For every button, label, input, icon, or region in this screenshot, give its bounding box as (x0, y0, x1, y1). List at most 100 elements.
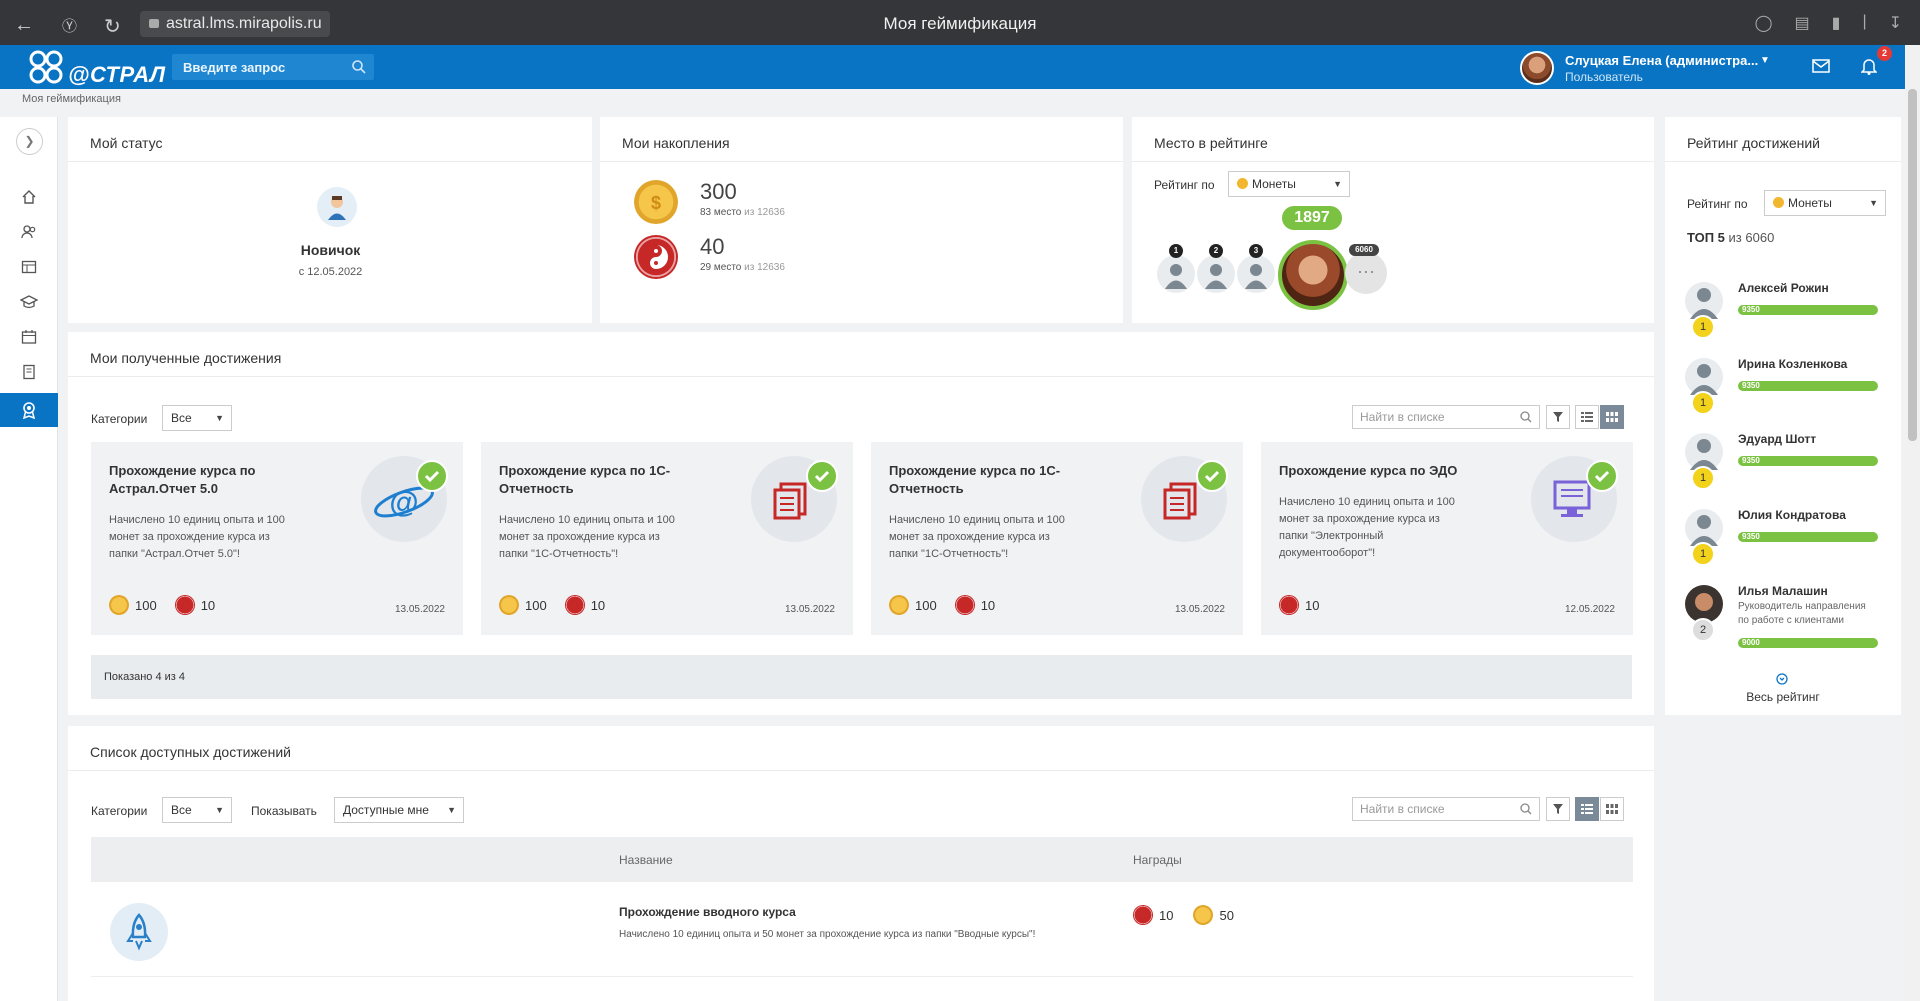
grid-view-button[interactable] (1600, 797, 1624, 821)
sidebar-item-education[interactable] (0, 285, 58, 319)
list-search-input[interactable] (1353, 798, 1513, 820)
list-view-button[interactable] (1575, 797, 1599, 821)
rating-user-name: Илья Малашин (1738, 584, 1828, 598)
search-icon[interactable] (352, 60, 366, 74)
top-summary: ТОП 5 из 6060 (1687, 230, 1775, 245)
sidebar-item-home[interactable] (0, 180, 58, 214)
sidebar-item-library[interactable] (0, 355, 58, 389)
coin-icon (109, 595, 129, 615)
users-icon (21, 225, 36, 239)
bell-icon[interactable] (1861, 57, 1877, 75)
browser-title: Моя геймификация (883, 14, 1037, 33)
filter-button[interactable] (1546, 797, 1570, 821)
panel-title: Список доступных достижений (90, 744, 291, 760)
categories-select[interactable]: Все ▼ (162, 405, 232, 431)
rating-list-item[interactable]: 1 Юлия Кондратова 9350 (1684, 508, 1884, 568)
sidebar-item-gamification[interactable] (0, 393, 58, 427)
all-rating-link[interactable]: Весь рейтинг (1665, 690, 1901, 704)
page-scrollbar[interactable] (1905, 45, 1920, 1001)
list-view-icon (1581, 412, 1593, 422)
search-icon[interactable] (1520, 803, 1532, 815)
shield-icon[interactable]: ▤ (1795, 13, 1810, 33)
rating-by-select[interactable]: Монеты ▼ (1764, 190, 1886, 216)
breadcrumb[interactable]: Моя геймификация (22, 93, 121, 105)
sidebar-item-calendar[interactable] (0, 320, 58, 354)
list-view-button[interactable] (1575, 405, 1599, 429)
rating-by-select[interactable]: Монеты ▼ (1228, 171, 1350, 197)
column-header-name[interactable]: Название (619, 853, 673, 867)
card-date: 13.05.2022 (784, 604, 835, 615)
user-role: Пользователь (1565, 70, 1643, 84)
grid-view-button[interactable] (1600, 405, 1624, 429)
astral-logo[interactable]: @СТРАЛ (26, 48, 165, 87)
my-avatar[interactable] (1278, 240, 1348, 310)
bookmark-icon[interactable]: ▮ (1832, 13, 1841, 33)
achievement-card[interactable]: Прохождение курса по Астрал.Отчет 5.0 На… (91, 442, 463, 635)
book-icon (23, 364, 35, 380)
sidebar-toggle-button[interactable]: ❯ (16, 128, 43, 155)
chevron-down-icon[interactable]: ▼ (1760, 55, 1770, 66)
rank-3-avatar[interactable]: 3 (1237, 244, 1275, 293)
list-search[interactable] (1352, 405, 1540, 429)
total-participants-badge: 6060 (1349, 244, 1379, 256)
panel-title: Рейтинг достижений (1687, 135, 1820, 151)
list-search-input[interactable] (1353, 406, 1513, 428)
panel-title: Мои накопления (622, 135, 730, 151)
yin-yang-icon (634, 235, 678, 279)
rating-list-item[interactable]: 1 Эдуард Шотт 9350 (1684, 432, 1884, 492)
list-search[interactable] (1352, 797, 1540, 821)
yin-yang-icon (174, 595, 195, 615)
rank-1-avatar[interactable]: 1 (1157, 244, 1195, 293)
table-row[interactable]: Прохождение вводного курса Начислено 10 … (91, 882, 1633, 977)
achievement-card[interactable]: Прохождение курса по 1С-Отчетность Начис… (871, 442, 1243, 635)
show-select[interactable]: Доступные мне ▼ (334, 797, 464, 823)
score-bar: 9000 (1738, 638, 1878, 648)
search-icon[interactable] (1520, 411, 1532, 423)
rating-by-label: Рейтинг по (1154, 178, 1215, 192)
filter-button[interactable] (1546, 405, 1570, 429)
yin-yang-icon (564, 595, 585, 615)
status-since: с 12.05.2022 (298, 266, 363, 278)
categories-select[interactable]: Все ▼ (162, 797, 232, 823)
rating-list-item[interactable]: 1 Алексей Рожин 9350 (1684, 281, 1884, 341)
rating-by-label: Рейтинг по (1687, 197, 1748, 211)
status-level: Новичок (300, 242, 361, 258)
card-date: 13.05.2022 (1174, 604, 1225, 615)
check-icon (1586, 460, 1618, 492)
sidebar-item-catalog[interactable] (0, 250, 58, 284)
rank-position: 1 (1691, 466, 1715, 490)
card-description: Начислено 10 единиц опыта и 100 монет за… (499, 514, 675, 560)
app-header: @СТРАЛ Слуцкая Елена (администра... Поль… (0, 45, 1905, 89)
column-header-rewards[interactable]: Награды (1133, 853, 1182, 867)
home-icon (22, 190, 36, 204)
check-icon (1196, 460, 1228, 492)
logo-mark-icon (29, 50, 63, 84)
panel-title: Мои полученные достижения (90, 350, 282, 366)
row-rewards: 10 50 (1133, 905, 1234, 925)
rating-list-item[interactable]: 2 Илья Малашин Руководитель направления … (1684, 584, 1884, 654)
arrow-circle-icon[interactable] (1776, 673, 1788, 685)
rocket-icon (110, 903, 168, 961)
rating-list-item[interactable]: 1 Ирина Козленкова 9350 (1684, 357, 1884, 417)
sidebar-item-users[interactable] (0, 215, 58, 249)
row-description: Начислено 10 единиц опыта и 50 монет за … (619, 929, 1036, 940)
rating-user-name: Ирина Козленкова (1738, 357, 1848, 371)
rank-position: 1 (1691, 542, 1715, 566)
grid-view-icon (1606, 412, 1618, 422)
chevron-down-icon: ▼ (447, 805, 456, 815)
more-ranks-button[interactable]: ··· (1345, 252, 1387, 294)
filter-icon (1553, 804, 1563, 814)
mail-icon[interactable] (1812, 58, 1830, 74)
achievement-card[interactable]: Прохождение курса по 1С-Отчетность Начис… (481, 442, 853, 635)
download-icon[interactable]: ↧ (1889, 13, 1902, 33)
search-input[interactable] (172, 54, 342, 80)
scrollbar-thumb[interactable] (1908, 89, 1917, 441)
rank-position: 1 (1691, 391, 1715, 415)
xp-place: 29 место из 12636 (700, 262, 785, 273)
chat-icon[interactable]: ◯ (1755, 13, 1773, 33)
card-rewards: 100 10 (889, 595, 995, 615)
global-search[interactable] (172, 54, 374, 80)
rank-badge: 1 (1169, 244, 1183, 258)
rank-2-avatar[interactable]: 2 (1197, 244, 1235, 293)
achievement-card[interactable]: Прохождение курса по ЭДО Начислено 10 ед… (1261, 442, 1633, 635)
